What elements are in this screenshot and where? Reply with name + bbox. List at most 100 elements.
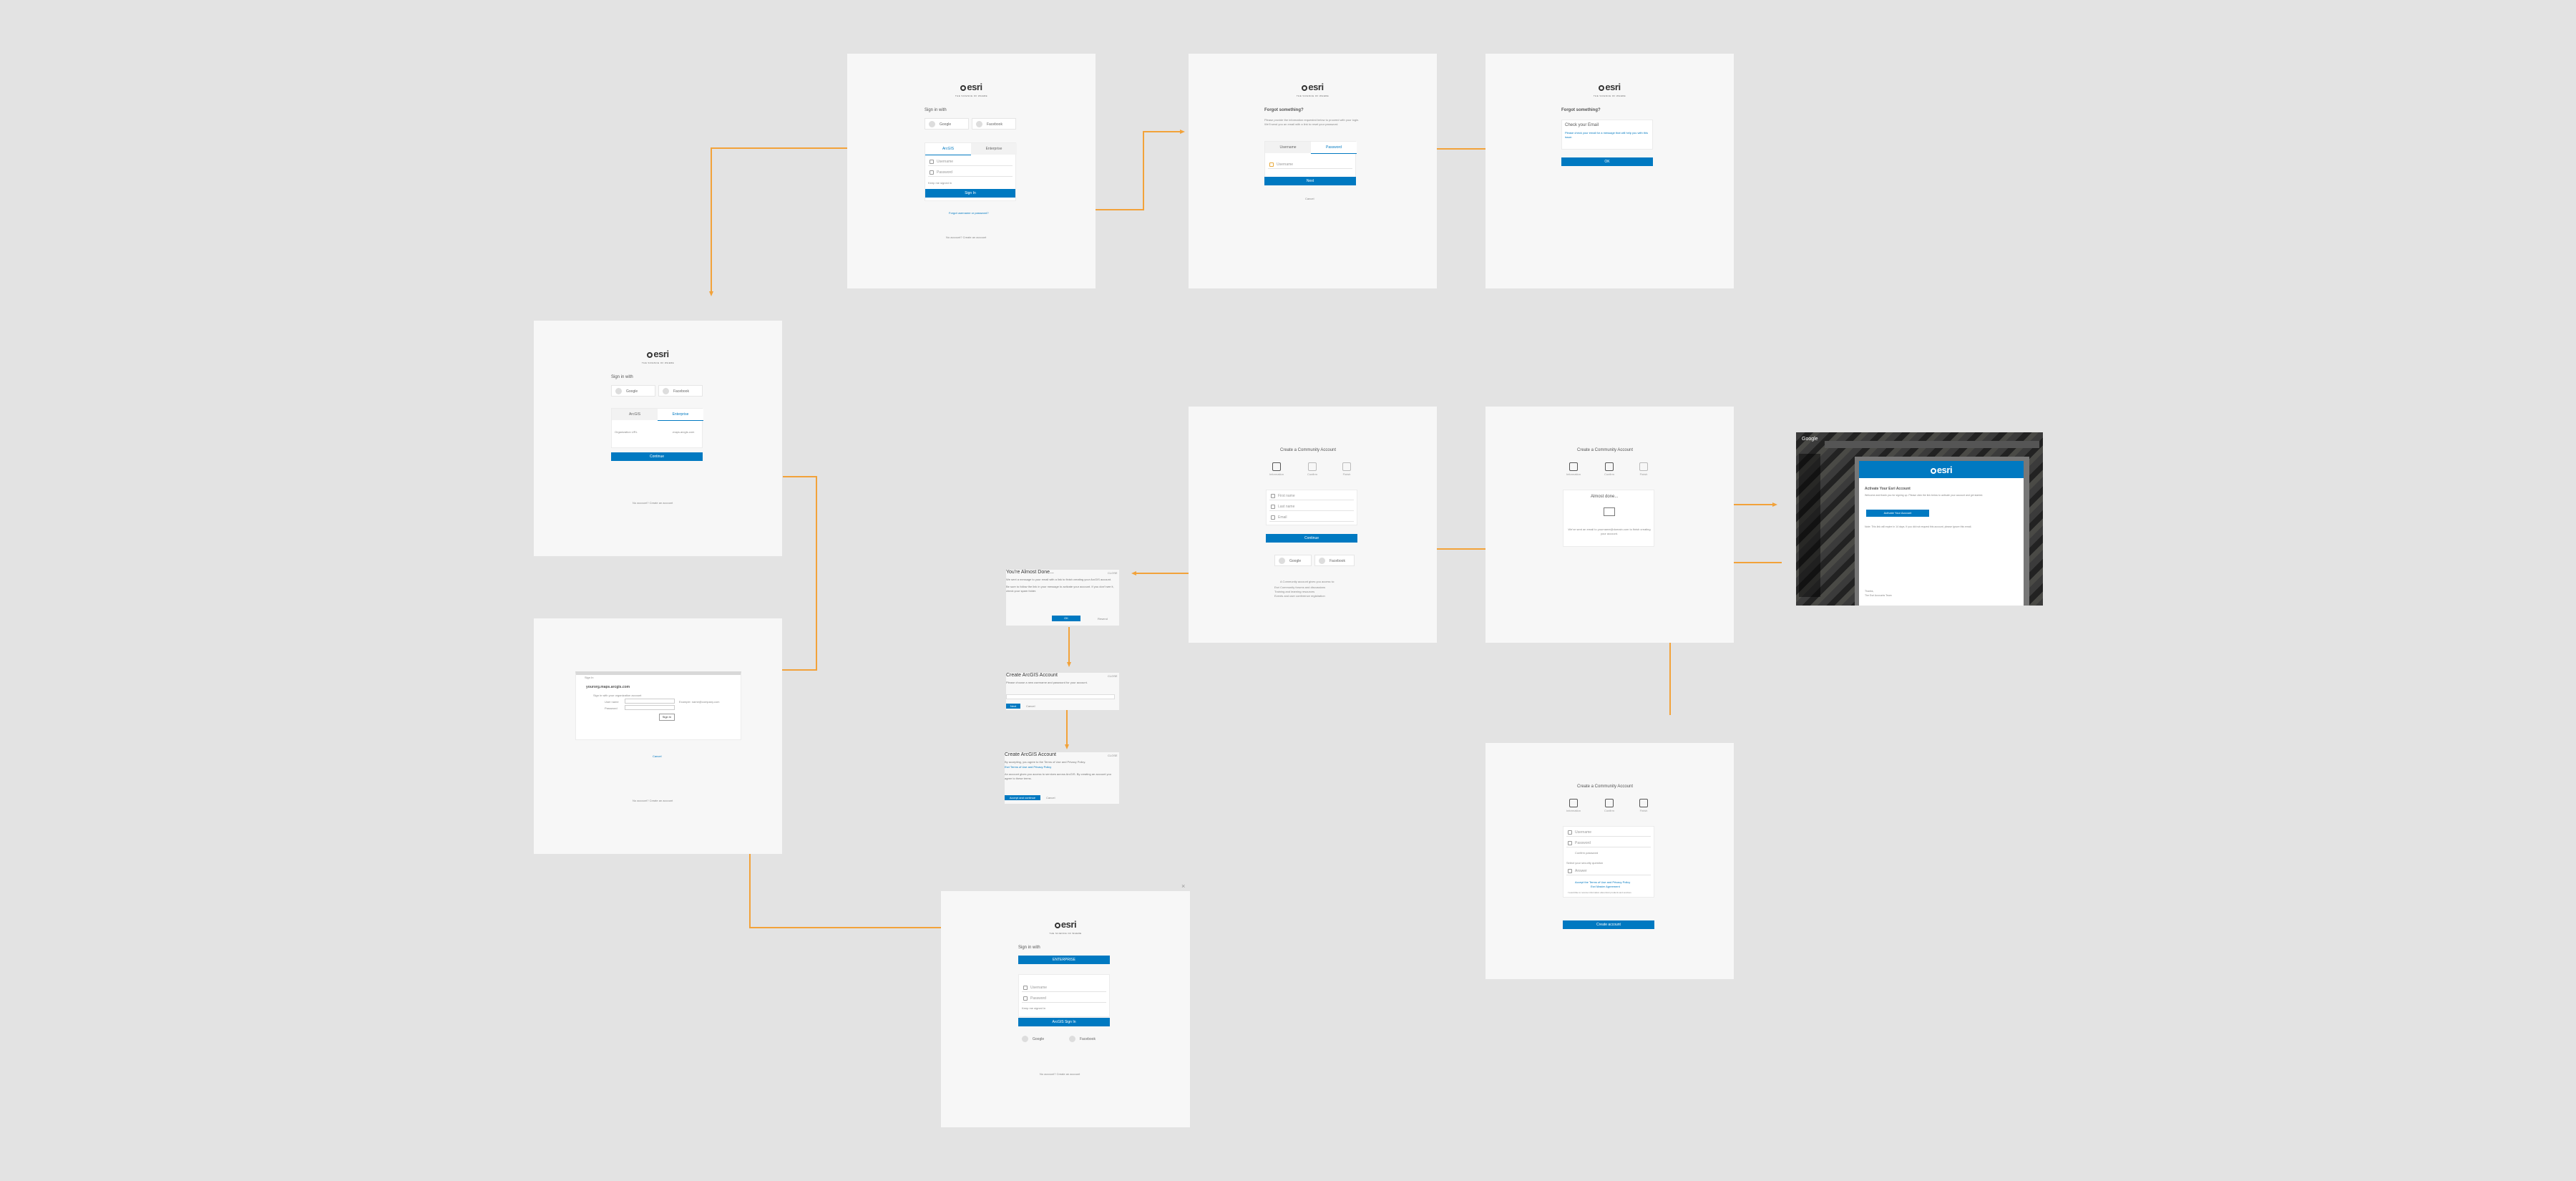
create-title: Create a Community Account bbox=[1577, 784, 1634, 789]
first-name-input[interactable]: First name bbox=[1269, 492, 1354, 500]
dialog-accept-button[interactable]: Accept and continue bbox=[1005, 795, 1040, 800]
dialog-next-button[interactable]: Next bbox=[1006, 704, 1020, 709]
dialog-body: Please choose a new username and passwor… bbox=[1006, 681, 1088, 684]
continue-button[interactable]: Continue bbox=[611, 452, 703, 461]
facebook-button[interactable]: Facebook bbox=[972, 118, 1016, 130]
answer-input[interactable]: Answer bbox=[1566, 867, 1651, 875]
step-confirm: Confirm bbox=[1599, 462, 1620, 476]
almost-done-card: Almost done... We've sent an email to yo… bbox=[1563, 490, 1654, 547]
google-button[interactable]: Google bbox=[924, 118, 969, 130]
create-account-link[interactable]: Create an account bbox=[650, 501, 673, 505]
step-information: Information bbox=[1563, 799, 1584, 812]
create-account-link[interactable]: Create an account bbox=[963, 235, 987, 239]
email-sidebar bbox=[1799, 454, 1820, 597]
window-title: Sign In bbox=[585, 676, 594, 679]
tab-arcgis[interactable]: ArcGIS bbox=[612, 409, 658, 420]
tab-enterprise[interactable]: Enterprise bbox=[971, 143, 1017, 155]
user-icon bbox=[1271, 505, 1275, 509]
cancel-link[interactable]: Cancel bbox=[1305, 197, 1314, 200]
dialog-title: Create ArcGIS Account bbox=[1006, 673, 1058, 678]
username-input[interactable]: Username bbox=[1566, 828, 1651, 837]
dialog-ok-button[interactable]: OK bbox=[1052, 616, 1080, 621]
lock-icon bbox=[1023, 996, 1028, 1001]
dialog-cancel-link[interactable]: Cancel bbox=[1026, 704, 1035, 708]
dialog-body-2: Be sure to follow the link in your messa… bbox=[1006, 585, 1114, 593]
email-input[interactable]: Email bbox=[1269, 513, 1354, 522]
esri-logo: esri THE SCIENCE OF WHERE bbox=[1049, 919, 1082, 935]
google-button[interactable]: Google bbox=[1018, 1034, 1063, 1045]
keep-signed-in-checkbox[interactable]: Keep me signed in bbox=[928, 181, 952, 185]
email-footer: Note: This link will expire in 14 days. … bbox=[1865, 525, 1972, 528]
user-name-input[interactable] bbox=[625, 699, 675, 704]
org-prompt: Sign in with your organization account bbox=[593, 694, 642, 697]
create-account-button[interactable]: Create account bbox=[1563, 920, 1654, 929]
enterprise-button[interactable]: ENTERPRISE bbox=[1018, 956, 1110, 964]
security-question-select[interactable]: Select your security question bbox=[1566, 861, 1603, 865]
password-input[interactable]: Password bbox=[1022, 994, 1106, 1003]
password-input[interactable]: Password bbox=[928, 168, 1013, 177]
last-name-input[interactable]: Last name bbox=[1269, 502, 1354, 511]
dialog-title: Create ArcGIS Account bbox=[1005, 752, 1056, 757]
arcgis-sign-in-button[interactable]: ArcGIS Sign In bbox=[1018, 1018, 1110, 1026]
google-button[interactable]: Google bbox=[1274, 555, 1312, 566]
community-note-3: Events and user conference registration bbox=[1274, 594, 1325, 598]
key-icon bbox=[1568, 869, 1572, 873]
org-url-input[interactable]: Organization URL bbox=[615, 430, 638, 434]
frame-enterprise-sign-in: Sign In yourorg.maps.arcgis.com Sign in … bbox=[534, 618, 782, 854]
ok-button[interactable]: OK bbox=[1561, 157, 1653, 166]
facebook-icon bbox=[663, 388, 669, 394]
cancel-link[interactable]: Cancel bbox=[653, 754, 661, 758]
check-email-card: Check your Email Please check your email… bbox=[1561, 120, 1653, 150]
username-input[interactable]: Username bbox=[1022, 983, 1106, 992]
forgot-link[interactable]: Forgot username or password? bbox=[949, 211, 989, 215]
close-icon[interactable]: × bbox=[1181, 883, 1185, 890]
user-icon bbox=[1269, 162, 1274, 167]
facebook-icon bbox=[976, 121, 982, 127]
sign-in-button[interactable]: Sign In bbox=[659, 714, 675, 721]
password-input[interactable] bbox=[625, 705, 675, 710]
step-information: Information bbox=[1563, 462, 1584, 476]
facebook-button[interactable]: Facebook bbox=[1314, 555, 1355, 566]
confirm-password-input[interactable]: Confirm password bbox=[1575, 851, 1598, 855]
tab-arcgis[interactable]: ArcGIS bbox=[925, 143, 971, 155]
frame-check-email: esri THE SCIENCE OF WHERE Forgot somethin… bbox=[1485, 54, 1734, 288]
activate-account-button[interactable]: Activate Your Account bbox=[1866, 510, 1929, 517]
frame-create-community: Create a Community Account Information C… bbox=[1189, 407, 1437, 643]
next-button[interactable]: Next bbox=[1264, 177, 1356, 185]
google-button[interactable]: Google bbox=[611, 385, 655, 397]
username-input[interactable]: Username bbox=[1268, 160, 1352, 169]
master-agreement-link[interactable]: Esri Master Agreement bbox=[1591, 885, 1620, 888]
tab-password[interactable]: Password bbox=[1311, 142, 1357, 154]
dialog-close-button[interactable]: CLOSE bbox=[1108, 571, 1118, 575]
community-card: First name Last name Email bbox=[1266, 490, 1357, 525]
dialog-resend-link[interactable]: Resend bbox=[1098, 617, 1108, 621]
keep-signed-in-checkbox[interactable]: Keep me signed in bbox=[1022, 1006, 1045, 1010]
terms-checkbox[interactable]: Accept the Terms of Use and Privacy Poli… bbox=[1575, 880, 1630, 884]
create-account-link[interactable]: Create an account bbox=[650, 799, 673, 802]
dialog-close-button[interactable]: CLOSE bbox=[1108, 674, 1118, 678]
continue-button[interactable]: Continue bbox=[1266, 534, 1357, 543]
dialog-input[interactable] bbox=[1006, 694, 1115, 699]
example-hint: Example: name@company.com bbox=[679, 700, 720, 704]
frame-forgot-password: esri THE SCIENCE OF WHERE Forgot somethin… bbox=[1189, 54, 1437, 288]
check-email-body: Please check your email for a message th… bbox=[1565, 131, 1649, 139]
dialog-terms-link[interactable]: Esri Terms of Use and Privacy Policy bbox=[1005, 765, 1119, 769]
create-account-link[interactable]: Create an account bbox=[1057, 1072, 1080, 1076]
browser-window: Sign In yourorg.maps.arcgis.com Sign in … bbox=[575, 671, 741, 740]
email-heading: Activate Your Esri Account bbox=[1865, 487, 1911, 491]
mail-icon bbox=[1604, 507, 1615, 516]
tab-username[interactable]: Username bbox=[1265, 142, 1311, 153]
tab-enterprise[interactable]: Enterprise bbox=[658, 409, 703, 421]
facebook-button[interactable]: Facebook bbox=[1065, 1034, 1110, 1045]
dialog-cancel-link[interactable]: Cancel bbox=[1046, 796, 1055, 800]
facebook-button[interactable]: Facebook bbox=[658, 385, 703, 397]
username-input[interactable]: Username bbox=[928, 157, 1013, 166]
password-input[interactable]: Password bbox=[1566, 839, 1651, 847]
almost-done-body: We've sent an email to yourname@domain.c… bbox=[1568, 528, 1651, 535]
create-title: Create a Community Account bbox=[1280, 448, 1337, 452]
marketing-checkbox[interactable]: I would like to receive information abou… bbox=[1568, 891, 1631, 894]
community-note-2: Training and learning resources bbox=[1274, 590, 1315, 593]
dialog-close-button[interactable]: CLOSE bbox=[1108, 754, 1118, 757]
sign-in-button[interactable]: Sign In bbox=[925, 189, 1015, 198]
enterprise-card: ArcGIS Enterprise Organization URL .maps… bbox=[611, 408, 703, 448]
